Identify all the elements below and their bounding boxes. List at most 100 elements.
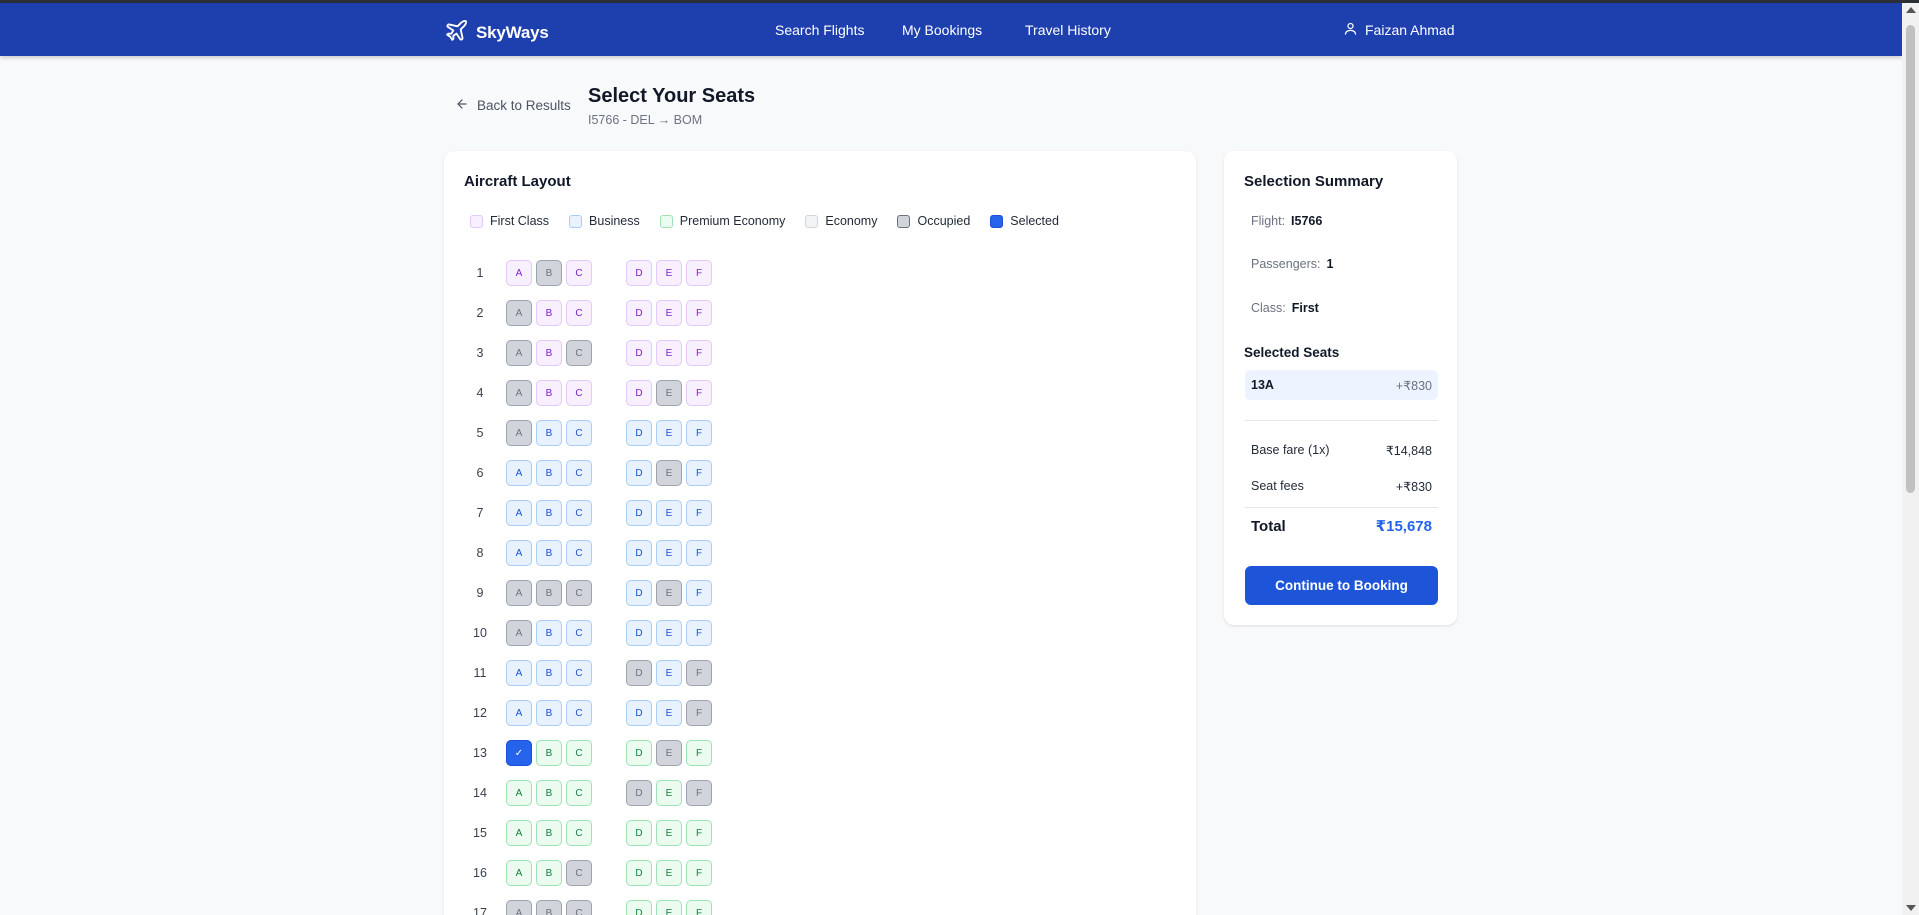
seat[interactable]: A bbox=[506, 700, 532, 726]
seat[interactable]: D bbox=[626, 500, 652, 526]
seat-fees-value: +₹830 bbox=[1395, 480, 1432, 494]
seat[interactable]: E bbox=[656, 340, 682, 366]
seat[interactable]: B bbox=[536, 340, 562, 366]
seat[interactable]: D bbox=[626, 580, 652, 606]
seat[interactable]: F bbox=[686, 460, 712, 486]
seat[interactable]: F bbox=[686, 300, 712, 326]
seat[interactable]: C bbox=[566, 500, 592, 526]
seat[interactable]: F bbox=[686, 900, 712, 915]
seat[interactable]: C bbox=[566, 780, 592, 806]
seat[interactable]: F bbox=[686, 860, 712, 886]
seat[interactable]: C bbox=[566, 820, 592, 846]
seat[interactable]: F bbox=[686, 420, 712, 446]
seat[interactable]: B bbox=[536, 740, 562, 766]
seat[interactable]: C bbox=[566, 460, 592, 486]
seat[interactable]: D bbox=[626, 300, 652, 326]
seat[interactable]: F bbox=[686, 740, 712, 766]
seat[interactable]: F bbox=[686, 500, 712, 526]
seat[interactable]: C bbox=[566, 300, 592, 326]
seat[interactable]: B bbox=[536, 860, 562, 886]
seat[interactable]: E bbox=[656, 620, 682, 646]
nav-travel-history[interactable]: Travel History bbox=[1025, 22, 1111, 38]
seat[interactable]: B bbox=[536, 780, 562, 806]
seat[interactable]: D bbox=[626, 420, 652, 446]
seat[interactable]: C bbox=[566, 540, 592, 566]
page-scrollbar[interactable] bbox=[1902, 3, 1919, 915]
seat[interactable]: D bbox=[626, 540, 652, 566]
seat[interactable]: D bbox=[626, 340, 652, 366]
seat[interactable]: B bbox=[536, 380, 562, 406]
seat[interactable]: B bbox=[536, 620, 562, 646]
seat[interactable]: C bbox=[566, 660, 592, 686]
seat[interactable]: E bbox=[656, 900, 682, 915]
seat[interactable]: E bbox=[656, 860, 682, 886]
seat[interactable]: ✓ bbox=[506, 740, 532, 766]
seat[interactable]: A bbox=[506, 860, 532, 886]
seat: A bbox=[506, 380, 532, 406]
top-navbar: SkyWays Search Flights My Bookings Trave… bbox=[0, 3, 1902, 56]
nav-my-bookings[interactable]: My Bookings bbox=[902, 22, 982, 38]
seat[interactable]: A bbox=[506, 500, 532, 526]
seat[interactable]: F bbox=[686, 260, 712, 286]
seat[interactable]: D bbox=[626, 820, 652, 846]
seat[interactable]: C bbox=[566, 700, 592, 726]
seat: E bbox=[656, 460, 682, 486]
passengers-label: Passengers: bbox=[1251, 257, 1321, 271]
seat[interactable]: A bbox=[506, 540, 532, 566]
seat[interactable]: A bbox=[506, 780, 532, 806]
seat[interactable]: E bbox=[656, 500, 682, 526]
continue-to-booking-button[interactable]: Continue to Booking bbox=[1245, 566, 1438, 605]
brand-logo[interactable]: SkyWays bbox=[444, 18, 549, 48]
seat[interactable]: D bbox=[626, 460, 652, 486]
seat[interactable]: E bbox=[656, 300, 682, 326]
seat[interactable]: A bbox=[506, 460, 532, 486]
seat[interactable]: D bbox=[626, 260, 652, 286]
seat[interactable]: D bbox=[626, 700, 652, 726]
user-menu[interactable]: Faizan Ahmad bbox=[1343, 21, 1455, 39]
seat[interactable]: E bbox=[656, 700, 682, 726]
seat[interactable]: E bbox=[656, 540, 682, 566]
seat[interactable]: D bbox=[626, 620, 652, 646]
seat[interactable]: F bbox=[686, 380, 712, 406]
seat[interactable]: C bbox=[566, 620, 592, 646]
back-to-results-link[interactable]: Back to Results bbox=[455, 97, 571, 114]
legend-occupied: Occupied bbox=[897, 214, 970, 228]
scroll-thumb[interactable] bbox=[1906, 25, 1915, 493]
seat[interactable]: E bbox=[656, 660, 682, 686]
seat[interactable]: F bbox=[686, 620, 712, 646]
seat[interactable]: C bbox=[566, 380, 592, 406]
seat[interactable]: B bbox=[536, 420, 562, 446]
scroll-down-arrow-icon[interactable] bbox=[1906, 905, 1916, 911]
seat[interactable]: B bbox=[536, 500, 562, 526]
seat[interactable]: A bbox=[506, 260, 532, 286]
seat[interactable]: D bbox=[626, 860, 652, 886]
seat[interactable]: F bbox=[686, 540, 712, 566]
seat[interactable]: D bbox=[626, 380, 652, 406]
seat[interactable]: E bbox=[656, 260, 682, 286]
seat[interactable]: A bbox=[506, 820, 532, 846]
seat: A bbox=[506, 420, 532, 446]
seat[interactable]: F bbox=[686, 580, 712, 606]
seat[interactable]: C bbox=[566, 260, 592, 286]
seat[interactable]: B bbox=[536, 300, 562, 326]
seat[interactable]: A bbox=[506, 660, 532, 686]
seat[interactable]: B bbox=[536, 660, 562, 686]
seat[interactable]: F bbox=[686, 340, 712, 366]
seat[interactable]: B bbox=[536, 540, 562, 566]
seat[interactable]: C bbox=[566, 740, 592, 766]
seat[interactable]: F bbox=[686, 820, 712, 846]
seat[interactable]: B bbox=[536, 460, 562, 486]
summary-title: Selection Summary bbox=[1244, 173, 1384, 190]
class-value: First bbox=[1291, 301, 1319, 315]
legend-label: First Class bbox=[490, 214, 550, 228]
scroll-up-arrow-icon[interactable] bbox=[1906, 7, 1916, 13]
seat[interactable]: D bbox=[626, 740, 652, 766]
seat[interactable]: B bbox=[536, 700, 562, 726]
seat[interactable]: E bbox=[656, 420, 682, 446]
seat[interactable]: B bbox=[536, 820, 562, 846]
seat[interactable]: C bbox=[566, 420, 592, 446]
seat[interactable]: E bbox=[656, 780, 682, 806]
seat[interactable]: E bbox=[656, 820, 682, 846]
seat[interactable]: D bbox=[626, 900, 652, 915]
nav-search-flights[interactable]: Search Flights bbox=[775, 22, 864, 38]
